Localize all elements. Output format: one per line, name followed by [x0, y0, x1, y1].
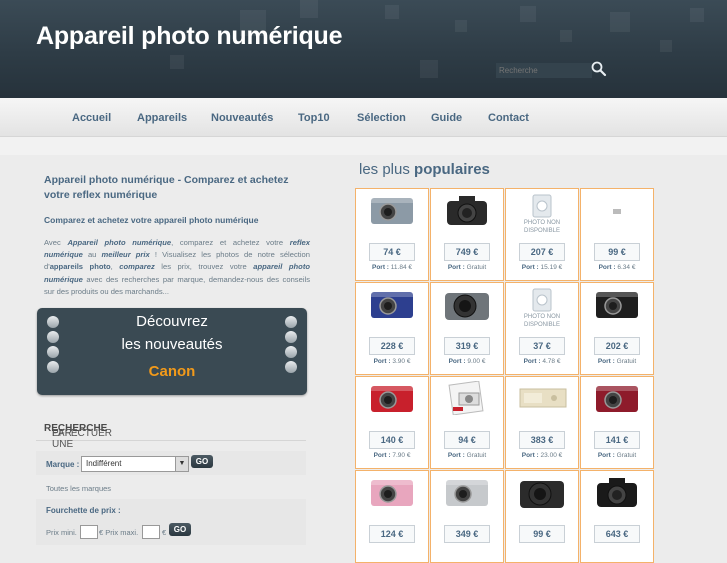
product-card[interactable]: 349 € [430, 470, 504, 563]
product-card[interactable]: 94 € Port : Gratuit [430, 376, 504, 469]
nav-item-top10[interactable]: Top10 [298, 112, 330, 124]
keyword-link[interactable]: comparez [119, 262, 154, 271]
cream-camera-icon[interactable] [516, 381, 568, 415]
red-compact-camera-icon[interactable] [366, 381, 418, 415]
search-icon[interactable] [590, 60, 608, 78]
shipping-info: Port : Gratuit [597, 358, 637, 365]
boxed-camera-icon[interactable] [441, 381, 493, 415]
product-card[interactable]: PHOTO NON DISPONIBLE 37 € Port : 4.78 € [505, 282, 579, 375]
price-box[interactable]: 140 € [369, 431, 415, 449]
intro-title: Appareil photo numérique - Comparez et a… [44, 174, 289, 201]
price-box[interactable]: 94 € [444, 431, 490, 449]
search-panel-title: EFFECTUER UNE RECHERCHE PAR : [36, 418, 306, 450]
price-box[interactable]: 643 € [594, 525, 640, 543]
shipping-info: Port : 4.78 € [523, 358, 561, 365]
search-input[interactable] [496, 63, 592, 78]
left-column: Appareil photo numérique - Comparez et a… [36, 155, 310, 545]
nav-item-nouveautes[interactable]: Nouveautés [211, 112, 273, 124]
shipping-info: Port : 11.84 € [371, 264, 412, 271]
shipping-info: Port : 9.00 € [448, 358, 486, 365]
nav-item-selection[interactable]: Sélection [357, 112, 406, 124]
dslr-kit-camera-icon[interactable] [441, 193, 493, 227]
no-photo-text: PHOTO NON DISPONIBLE [523, 220, 561, 234]
nav-item-accueil[interactable]: Accueil [72, 112, 111, 124]
shipping-info: Port : Gratuit [447, 264, 487, 271]
marque-label: Marque : [46, 460, 80, 469]
price-box[interactable]: 202 € [594, 337, 640, 355]
burgundy-compact-camera-icon[interactable] [591, 381, 643, 415]
price-box[interactable]: 349 € [444, 525, 490, 543]
promo-line2: les nouveautés [121, 336, 223, 353]
blue-compact-camera-icon[interactable] [366, 287, 418, 321]
shipping-info: Port : Gratuit [597, 452, 637, 459]
promo-brand[interactable]: Canon [37, 363, 307, 380]
pink-compact-camera-icon[interactable] [366, 475, 418, 509]
no-photo-text: PHOTO NON DISPONIBLE [523, 314, 561, 328]
promo-line1: Découvrez [136, 313, 208, 330]
product-card[interactable]: 140 € Port : 7.90 € [355, 376, 429, 469]
price-box[interactable]: 37 € [519, 337, 565, 355]
price-range-label: Fourchette de prix : [46, 506, 121, 515]
chevron-down-icon[interactable]: ▼ [175, 457, 188, 471]
price-box[interactable]: 383 € [519, 431, 565, 449]
all-brands-link[interactable]: Toutes les marques [46, 484, 111, 493]
keyword-link[interactable]: appareils photo [50, 262, 111, 271]
shipping-info: Port : Gratuit [447, 452, 487, 459]
prix-min-input[interactable] [80, 525, 98, 539]
prix-max-input[interactable] [142, 525, 160, 539]
nav-item-contact[interactable]: Contact [488, 112, 529, 124]
brand-go-button[interactable]: GO [191, 455, 213, 468]
product-card[interactable]: 74 € Port : 11.84 € [355, 188, 429, 281]
price-box[interactable]: 141 € [594, 431, 640, 449]
product-card[interactable]: 643 € [580, 470, 654, 563]
product-card[interactable]: 228 € Port : 3.90 € [355, 282, 429, 375]
nav-item-guide[interactable]: Guide [431, 112, 462, 124]
price-box[interactable]: 319 € [444, 337, 490, 355]
nav-item-appareils[interactable]: Appareils [137, 112, 187, 124]
black-compact-camera-icon[interactable] [591, 287, 643, 321]
intro-body: Avec Appareil photo numérique, comparez … [44, 238, 310, 296]
black-dslr-camera-icon[interactable] [591, 475, 643, 509]
brand-select[interactable]: Indifférent ▼ [81, 456, 189, 472]
euro-label: € [162, 528, 167, 537]
product-card[interactable]: 99 € Port : 6.34 € [580, 188, 654, 281]
shipping-info: Port : 15.19 € [521, 264, 563, 271]
intro-subtitle: Comparez et achetez votre appareil photo… [44, 215, 259, 225]
keyword-link[interactable]: Appareil photo numérique [67, 238, 171, 247]
price-go-button[interactable]: GO [169, 523, 191, 536]
shipping-info: Port : 7.90 € [373, 452, 411, 459]
site-header: Appareil photo numérique [0, 0, 727, 98]
product-card[interactable]: 141 € Port : Gratuit [580, 376, 654, 469]
nav-shadow-band [0, 137, 727, 155]
shipping-info: Port : 3.90 € [373, 358, 411, 365]
product-card[interactable]: PHOTO NON DISPONIBLE 207 € Port : 15.19 € [505, 188, 579, 281]
keyword-link[interactable]: meilleur prix [102, 250, 150, 259]
product-card[interactable]: 383 € Port : 23.00 € [505, 376, 579, 469]
product-card[interactable]: 319 € Port : 9.00 € [430, 282, 504, 375]
main-nav: Accueil Appareils Nouveautés Top10 Sélec… [0, 98, 727, 137]
site-title[interactable]: Appareil photo numérique [36, 22, 343, 51]
product-card[interactable]: 202 € Port : Gratuit [580, 282, 654, 375]
promo-banner[interactable]: Découvrez les nouveautés Canon [37, 308, 307, 395]
price-box[interactable]: 228 € [369, 337, 415, 355]
price-box[interactable]: 124 € [369, 525, 415, 543]
black-bridge-camera-icon[interactable] [516, 475, 568, 509]
prix-max-label: € Prix maxi. [99, 528, 139, 537]
popular-title: les plus populaires [359, 161, 490, 178]
shipping-info: Port : 6.34 € [598, 264, 636, 271]
prix-min-label: Prix mini. [46, 528, 77, 537]
bridge-silver-camera-icon[interactable] [441, 287, 493, 321]
price-box[interactable]: 99 € [519, 525, 565, 543]
product-card[interactable]: 99 € [505, 470, 579, 563]
silver-compact-camera-icon[interactable] [366, 193, 418, 227]
product-card[interactable]: 124 € [355, 470, 429, 563]
tiny-camera-icon[interactable] [591, 193, 643, 227]
silver-mirrorless-camera-icon[interactable] [441, 475, 493, 509]
price-box[interactable]: 207 € [519, 243, 565, 261]
price-box[interactable]: 99 € [594, 243, 640, 261]
price-box[interactable]: 749 € [444, 243, 490, 261]
product-card[interactable]: 749 € Port : Gratuit [430, 188, 504, 281]
shipping-info: Port : 23.00 € [521, 452, 563, 459]
price-box[interactable]: 74 € [369, 243, 415, 261]
